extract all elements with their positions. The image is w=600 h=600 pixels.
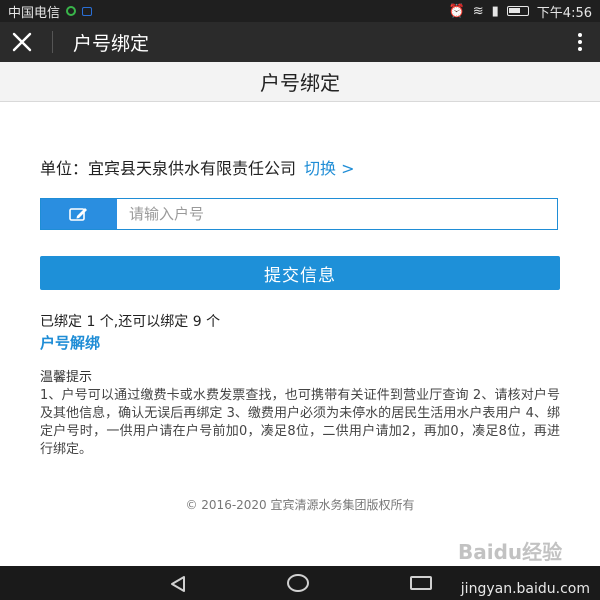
close-icon	[12, 32, 32, 52]
wechat-dot-icon	[66, 6, 77, 16]
submit-button[interactable]: 提交信息	[40, 256, 560, 290]
home-circle-icon[interactable]	[287, 574, 309, 592]
app-title: 户号绑定	[73, 32, 150, 55]
page-title: 户号绑定	[0, 62, 600, 102]
tips-body: 1、户号可以通过缴费卡或水费发票查找，也可携带有关证件到营业厅查询 2、请核对户…	[40, 388, 560, 457]
more-vert-icon	[578, 33, 582, 37]
battery-icon	[506, 6, 529, 16]
carrier-label: 中国电信	[8, 5, 61, 21]
account-number-input[interactable]	[117, 199, 557, 229]
alarm-icon: ⏰	[448, 3, 465, 19]
baidu-logo-watermark: Baidu经验	[458, 540, 563, 564]
status-time: 下午4:56	[536, 5, 592, 21]
back-triangle-icon[interactable]	[168, 575, 188, 593]
source-watermark: jingyan.baidu.com	[460, 581, 590, 597]
edit-icon-box	[41, 199, 117, 229]
app-bar: 户号绑定	[0, 22, 600, 62]
unbind-link[interactable]: 户号解绑	[40, 332, 100, 353]
bound-status: 已绑定 1 个,还可以绑定 9 个	[40, 314, 221, 330]
account-input-group	[40, 198, 558, 230]
switch-link[interactable]: 切换 >	[304, 155, 355, 179]
more-button[interactable]	[560, 22, 600, 62]
unit-row: 单位： 宜宾县天泉供水有限责任公司 切换 >	[40, 155, 355, 179]
close-button[interactable]	[0, 22, 44, 62]
wifi-icon: ≋	[472, 3, 484, 19]
tips-title: 温馨提示	[40, 370, 93, 385]
copyright-footer: © 2016-2020 宜宾清源水务集团版权所有	[185, 498, 415, 512]
unit-label: 单位：	[40, 159, 89, 178]
signal-icon: ▮	[491, 3, 499, 19]
unit-name: 宜宾县天泉供水有限责任公司	[88, 159, 297, 178]
status-bar: 中国电信 ⏰ ≋ ▮ 下午4:56	[0, 0, 600, 22]
recents-square-icon[interactable]	[410, 576, 432, 590]
lock-icon	[82, 6, 93, 16]
system-nav-bar: jingyan.baidu.com	[0, 566, 600, 600]
appbar-divider	[52, 31, 53, 53]
edit-icon	[69, 208, 87, 221]
